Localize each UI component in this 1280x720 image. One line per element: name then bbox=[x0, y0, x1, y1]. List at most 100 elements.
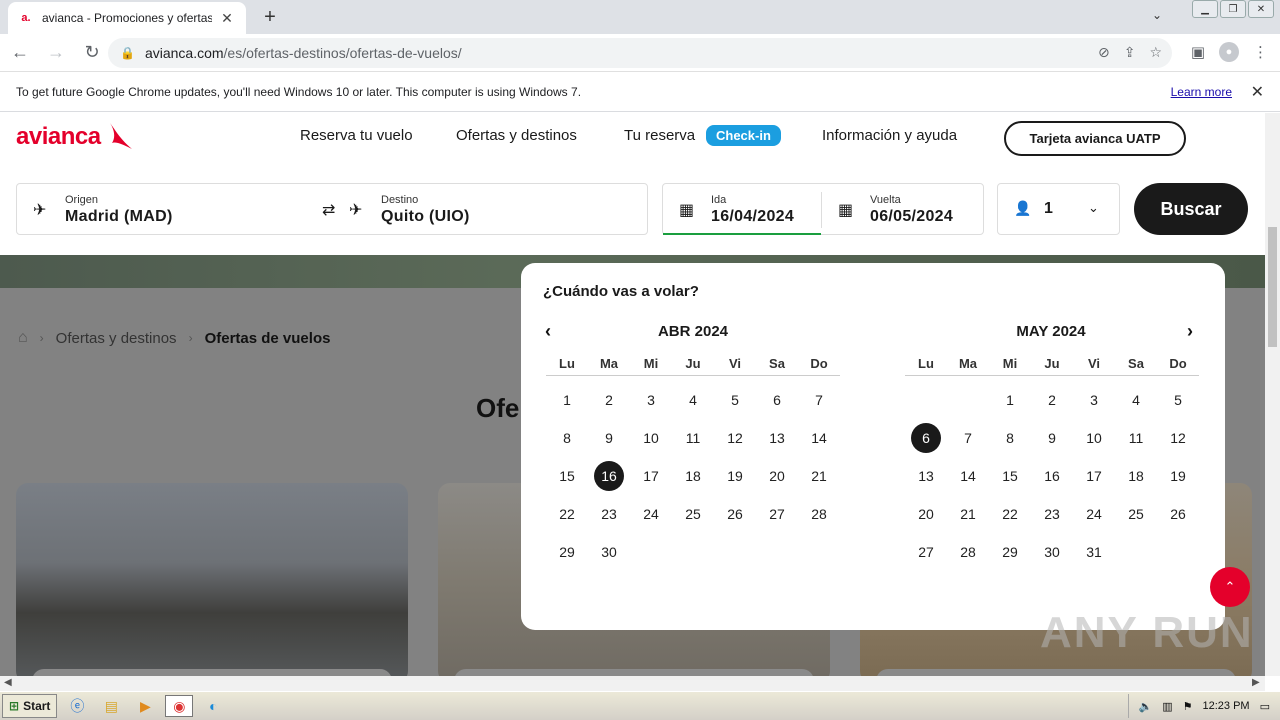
flag-icon[interactable]: ⚑ bbox=[1183, 700, 1193, 713]
lock-icon[interactable]: 🔒 bbox=[120, 46, 135, 60]
clock[interactable]: 12:23 PM bbox=[1203, 700, 1250, 712]
side-panel-icon[interactable]: ▣ bbox=[1191, 43, 1205, 61]
calendar-day[interactable]: 21 bbox=[798, 457, 840, 495]
forward-button[interactable]: → bbox=[40, 37, 72, 69]
minimize-button[interactable]: ▁ bbox=[1192, 0, 1218, 18]
calendar-day[interactable]: 14 bbox=[798, 419, 840, 457]
calendar-day[interactable]: 25 bbox=[672, 495, 714, 533]
learn-more-link[interactable]: Learn more bbox=[1171, 85, 1232, 99]
vertical-scrollbar[interactable] bbox=[1265, 113, 1280, 676]
calendar-day[interactable]: 9 bbox=[588, 419, 630, 457]
calendar-day[interactable]: 24 bbox=[1073, 495, 1115, 533]
calendar-day[interactable]: 9 bbox=[1031, 419, 1073, 457]
calendar-day[interactable]: 4 bbox=[672, 381, 714, 419]
calendar-day[interactable]: 26 bbox=[714, 495, 756, 533]
offer-card-image[interactable] bbox=[16, 483, 408, 676]
calendar-day[interactable]: 23 bbox=[1031, 495, 1073, 533]
calendar-day[interactable]: 5 bbox=[714, 381, 756, 419]
calendar-day[interactable]: 17 bbox=[1073, 457, 1115, 495]
passengers-selector[interactable]: 👤 1 ⌄ bbox=[997, 183, 1120, 235]
internet-explorer-icon[interactable]: ⓔ bbox=[63, 695, 91, 717]
scroll-to-top-button[interactable]: ⌃ bbox=[1210, 567, 1250, 607]
edge-icon[interactable]: ◐ bbox=[199, 695, 227, 717]
calendar-day[interactable]: 31 bbox=[1073, 533, 1115, 571]
nav-ofertas[interactable]: Ofertas y destinos bbox=[456, 127, 577, 144]
reload-button[interactable]: ↻ bbox=[76, 37, 108, 69]
calendar-day[interactable]: 26 bbox=[1157, 495, 1199, 533]
bookmark-star-icon[interactable]: ☆ bbox=[1149, 44, 1162, 61]
calendar-day[interactable]: 29 bbox=[989, 533, 1031, 571]
calendar-day[interactable]: 29 bbox=[546, 533, 588, 571]
tab-search-chevron-icon[interactable]: ⌄ bbox=[1152, 8, 1162, 22]
blocked-popup-icon[interactable]: ⊘ bbox=[1098, 44, 1110, 61]
calendar-day[interactable]: 10 bbox=[1073, 419, 1115, 457]
horizontal-scrollbar[interactable]: ◀ ▶ bbox=[0, 676, 1265, 691]
breadcrumb-ofertas-destinos[interactable]: Ofertas y destinos bbox=[56, 330, 177, 347]
calendar-day[interactable]: 15 bbox=[989, 457, 1031, 495]
vertical-scroll-thumb[interactable] bbox=[1268, 227, 1277, 347]
next-month-chevron-icon[interactable]: › bbox=[1187, 321, 1193, 342]
destination-field[interactable]: Quito (UIO) bbox=[381, 208, 470, 226]
calendar-day[interactable]: 17 bbox=[630, 457, 672, 495]
calendar-day[interactable]: 27 bbox=[905, 533, 947, 571]
restore-button[interactable]: ❐ bbox=[1220, 0, 1246, 18]
calendar-day[interactable]: 6 bbox=[756, 381, 798, 419]
calendar-day[interactable]: 8 bbox=[546, 419, 588, 457]
calendar-day[interactable]: 30 bbox=[1031, 533, 1073, 571]
calendar-day[interactable]: 12 bbox=[714, 419, 756, 457]
calendar-day-selected[interactable]: 6 bbox=[905, 419, 947, 457]
calendar-day[interactable]: 2 bbox=[1031, 381, 1073, 419]
calendar-day[interactable]: 4 bbox=[1115, 381, 1157, 419]
network-icon[interactable]: ▥ bbox=[1162, 700, 1172, 713]
address-bar[interactable]: 🔒 avianca.com /es/ofertas-destinos/ofert… bbox=[108, 38, 1172, 68]
calendar-day[interactable]: 7 bbox=[798, 381, 840, 419]
media-player-icon[interactable]: ▶ bbox=[131, 695, 159, 717]
calendar-day[interactable]: 1 bbox=[546, 381, 588, 419]
swap-icon[interactable]: ⇄ bbox=[322, 200, 335, 220]
calendar-day[interactable]: 13 bbox=[756, 419, 798, 457]
home-icon[interactable]: ⌂ bbox=[18, 329, 28, 347]
calendar-day[interactable]: 24 bbox=[630, 495, 672, 533]
calendar-day[interactable]: 1 bbox=[989, 381, 1031, 419]
calendar-day[interactable]: 20 bbox=[905, 495, 947, 533]
calendar-day[interactable]: 11 bbox=[672, 419, 714, 457]
show-desktop-icon[interactable]: ▭ bbox=[1260, 700, 1270, 713]
vuelta-field[interactable]: 06/05/2024 bbox=[870, 208, 953, 226]
calendar-day[interactable]: 10 bbox=[630, 419, 672, 457]
chrome-icon[interactable]: ◉ bbox=[165, 695, 194, 717]
calendar-day[interactable]: 28 bbox=[798, 495, 840, 533]
calendar-day[interactable]: 5 bbox=[1157, 381, 1199, 419]
calendar-day[interactable]: 23 bbox=[588, 495, 630, 533]
calendar-day[interactable]: 3 bbox=[630, 381, 672, 419]
calendar-day[interactable]: 12 bbox=[1157, 419, 1199, 457]
calendar-day[interactable]: 16 bbox=[1031, 457, 1073, 495]
menu-kebab-icon[interactable]: ⋮ bbox=[1253, 43, 1268, 61]
folder-icon[interactable]: ▤ bbox=[97, 695, 125, 717]
share-icon[interactable]: ⇪ bbox=[1124, 44, 1136, 61]
calendar-day[interactable]: 19 bbox=[1157, 457, 1199, 495]
search-button[interactable]: Buscar bbox=[1134, 183, 1248, 235]
calendar-day[interactable]: 2 bbox=[588, 381, 630, 419]
calendar-day-selected[interactable]: 16 bbox=[588, 457, 630, 495]
calendar-day[interactable]: 19 bbox=[714, 457, 756, 495]
profile-avatar-icon[interactable]: ● bbox=[1219, 42, 1239, 62]
origin-field[interactable]: Madrid (MAD) bbox=[65, 208, 173, 226]
nav-reserva[interactable]: Reserva tu vuelo bbox=[300, 127, 413, 144]
checkin-badge[interactable]: Check-in bbox=[706, 125, 781, 146]
calendar-day[interactable]: 14 bbox=[947, 457, 989, 495]
new-tab-button[interactable]: + bbox=[258, 6, 282, 29]
calendar-day[interactable]: 15 bbox=[546, 457, 588, 495]
calendar-day[interactable]: 30 bbox=[588, 533, 630, 571]
calendar-day[interactable]: 18 bbox=[672, 457, 714, 495]
tab-close-icon[interactable]: ✕ bbox=[218, 10, 236, 27]
calendar-day[interactable]: 28 bbox=[947, 533, 989, 571]
uatp-card-button[interactable]: Tarjeta avianca UATP bbox=[1004, 121, 1186, 156]
browser-tab[interactable]: a. avianca - Promociones y ofertas de vu… bbox=[8, 2, 246, 34]
avianca-logo[interactable]: avianca bbox=[16, 123, 101, 151]
close-window-button[interactable]: ✕ bbox=[1248, 0, 1274, 18]
calendar-day[interactable]: 27 bbox=[756, 495, 798, 533]
infobar-close-icon[interactable]: ✕ bbox=[1251, 82, 1264, 102]
calendar-day[interactable]: 8 bbox=[989, 419, 1031, 457]
ida-field[interactable]: 16/04/2024 bbox=[711, 208, 794, 226]
calendar-day[interactable]: 21 bbox=[947, 495, 989, 533]
